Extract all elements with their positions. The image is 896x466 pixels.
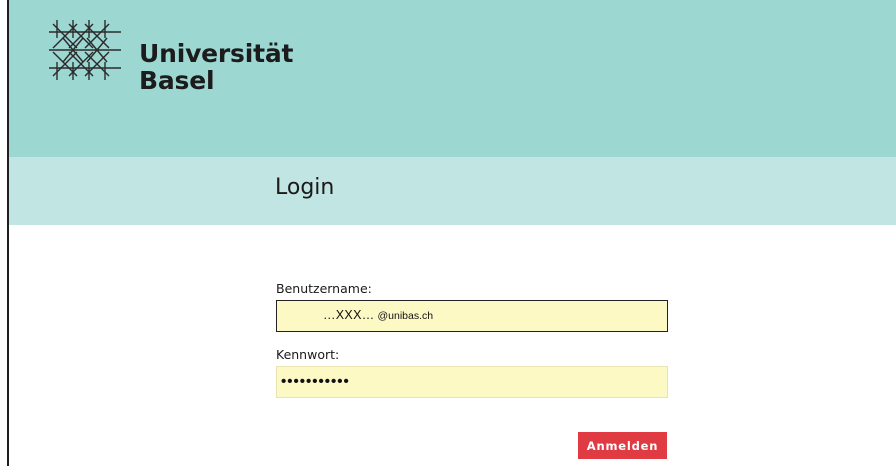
- username-label: Benutzername:: [276, 281, 372, 296]
- username-value-domain: @unibas.ch: [377, 310, 434, 322]
- window-margin: [0, 0, 7, 466]
- university-name-line1: Universität: [139, 39, 294, 68]
- username-value: …XXX… @unibas.ch: [323, 308, 433, 322]
- university-logo[interactable]: Universität Basel: [49, 20, 293, 94]
- university-name-line2: Basel: [139, 66, 215, 95]
- title-bar: Login: [9, 157, 896, 225]
- page-title: Login: [275, 175, 335, 200]
- login-form: Benutzername: …XXX… @unibas.ch Kennwort: …: [276, 280, 668, 398]
- username-value-main: …XXX…: [323, 308, 375, 322]
- site-header: Universität Basel: [9, 0, 896, 157]
- unibas-lattice-icon: [49, 20, 121, 80]
- password-field[interactable]: •••••••••••: [276, 366, 668, 398]
- username-field[interactable]: …XXX… @unibas.ch: [276, 300, 668, 332]
- password-value: •••••••••••: [281, 373, 350, 390]
- login-submit-button[interactable]: Anmelden: [578, 432, 667, 459]
- university-name: Universität Basel: [139, 40, 293, 94]
- password-label: Kennwort:: [276, 347, 340, 362]
